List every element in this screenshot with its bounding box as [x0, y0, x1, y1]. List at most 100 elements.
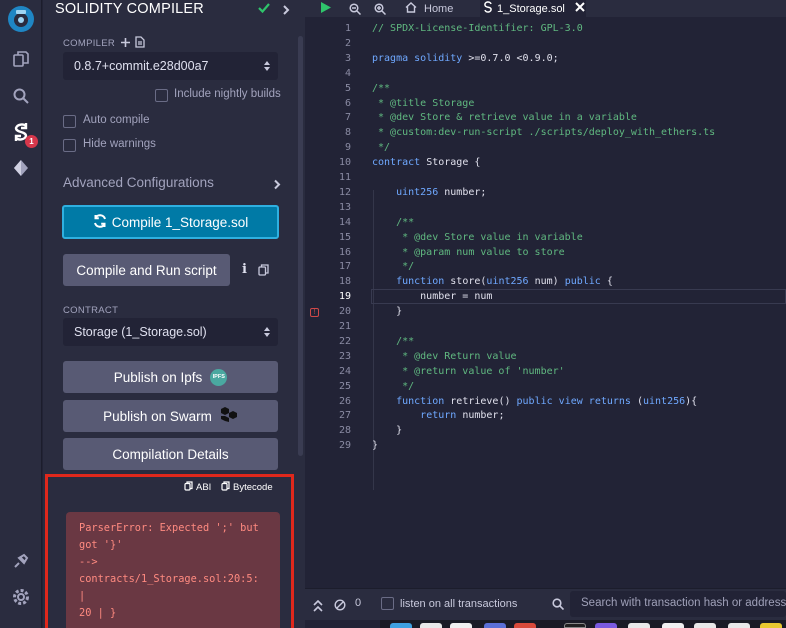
bytecode-label: Bytecode	[233, 482, 273, 493]
select-arrows-icon	[263, 60, 271, 75]
listen-all-checkbox[interactable]	[381, 597, 394, 610]
dock-app-icon[interactable]	[662, 623, 684, 628]
line-number: 4	[344, 67, 351, 79]
icon-rail: 1	[0, 0, 42, 628]
code-line: * @dev Store value in variable	[372, 231, 583, 243]
tab-home[interactable]: Home	[399, 0, 479, 17]
remix-logo-icon[interactable]	[6, 4, 36, 34]
home-icon	[405, 1, 417, 16]
dock-app-icon[interactable]	[450, 623, 472, 628]
copy-bytecode-button[interactable]: Bytecode	[221, 481, 273, 494]
code-line: * @param num value to store	[372, 246, 565, 258]
line-number: 20	[338, 306, 351, 318]
error-gutter-icon[interactable]: !	[310, 308, 319, 317]
publish-ipfs-button[interactable]: Publish on Ipfs IPFS	[63, 361, 278, 393]
line-number: 23	[338, 350, 351, 362]
line-number: 9	[344, 142, 351, 154]
auto-compile-label: Auto compile	[83, 114, 150, 126]
dock-app-icon[interactable]	[728, 623, 750, 628]
line-number: 29	[338, 440, 351, 452]
panel-scrollbar[interactable]	[298, 36, 303, 456]
dock-app-icon[interactable]	[420, 623, 442, 628]
info-icon[interactable]: i	[242, 262, 247, 277]
editor-tab-bar: Home 1_Storage.sol	[305, 0, 786, 17]
publish-swarm-button[interactable]: Publish on Swarm	[63, 400, 278, 432]
copy-icon	[221, 481, 230, 494]
error-line: -->	[79, 556, 98, 568]
compiler-error-badge: 1	[25, 135, 38, 148]
code-line: pragma solidity >=0.7.0 <0.9.0;	[372, 52, 559, 64]
dock-app-icon[interactable]	[514, 623, 536, 628]
copy-abi-button[interactable]: ABI	[184, 481, 211, 494]
line-number: 1	[344, 23, 351, 34]
code-line: }	[372, 425, 403, 437]
code-line: }	[372, 440, 379, 452]
error-line: got '}'	[79, 539, 123, 551]
clear-console-icon[interactable]	[334, 598, 346, 616]
code-line: function retrieve() public view returns …	[396, 395, 698, 407]
dock-app-icon[interactable]	[628, 623, 650, 628]
compilation-details-label: Compilation Details	[112, 446, 229, 462]
advanced-config-label: Advanced Configurations	[63, 175, 214, 190]
abi-label: ABI	[196, 482, 212, 493]
compiler-error-message[interactable]: ParserError: Expected ';' but got '}' --…	[66, 512, 280, 628]
code-line: */	[372, 380, 415, 392]
add-compiler-icon[interactable]	[120, 35, 131, 53]
swarm-logo-icon	[220, 406, 238, 426]
compiler-version-select[interactable]: 0.8.7+commit.e28d00a7	[63, 52, 278, 80]
include-nightly-checkbox[interactable]	[155, 89, 168, 102]
line-number: 11	[338, 172, 351, 183]
dock-app-icon[interactable]	[564, 623, 586, 628]
terminal-bar: 0 listen on all transactions Search with…	[305, 588, 786, 620]
dock-app-icon[interactable]	[694, 623, 716, 628]
dock-app-icon[interactable]	[390, 623, 412, 628]
deploy-run-icon[interactable]	[8, 155, 34, 181]
line-number: 17	[338, 261, 351, 273]
close-tab-icon[interactable]	[575, 2, 585, 15]
code-line: /**	[372, 82, 391, 94]
settings-icon[interactable]	[8, 584, 34, 610]
line-number: 6	[344, 97, 351, 109]
search-icon[interactable]	[8, 83, 34, 109]
code-line: * @return value of 'number'	[372, 365, 565, 377]
contract-select-value: Storage (1_Storage.sol)	[74, 325, 207, 339]
plugin-manager-icon[interactable]	[8, 548, 34, 574]
line-number: 2	[344, 37, 351, 49]
copy-icon[interactable]	[258, 263, 269, 281]
code-editor[interactable]: ! 1// SPDX-License-Identifier: GPL-3.0 2 3…	[305, 17, 786, 588]
transaction-search-input[interactable]: Search with transaction hash or address	[570, 591, 786, 617]
line-number: 19	[338, 291, 351, 303]
code-line: /**	[372, 216, 415, 228]
chevron-right-icon	[273, 177, 281, 195]
line-number: 16	[338, 246, 351, 258]
error-line: contracts/1_Storage.sol:20:5:	[79, 573, 259, 585]
compilation-details-button[interactable]: Compilation Details	[63, 438, 278, 470]
line-number: 3	[344, 52, 351, 64]
compile-button[interactable]: Compile 1_Storage.sol	[62, 205, 279, 239]
code-line: * @dev Return value	[372, 350, 517, 362]
file-explorer-icon[interactable]	[8, 46, 34, 72]
line-number: 7	[344, 112, 351, 124]
compiler-output-box: ABI Bytecode ParserError: Expected ';' b…	[45, 474, 294, 628]
error-line: ParserError: Expected ';' but	[79, 522, 259, 534]
code-line: * @dev Store & retrieve value in a varia…	[372, 112, 637, 124]
tab-file-storage[interactable]: 1_Storage.sol	[480, 0, 586, 17]
line-number: 18	[338, 276, 351, 288]
advanced-config-toggle[interactable]: Advanced Configurations	[63, 174, 281, 192]
refresh-icon	[93, 213, 107, 231]
ipfs-logo-icon: IPFS	[210, 368, 228, 386]
expand-terminal-icon[interactable]	[313, 599, 323, 617]
document-icon[interactable]	[135, 35, 145, 53]
chevron-right-icon[interactable]	[281, 3, 291, 21]
dock-app-icon[interactable]	[595, 623, 617, 628]
code-line: number = num	[372, 291, 493, 303]
dock-app-icon[interactable]	[484, 623, 506, 628]
line-number: 10	[338, 157, 351, 169]
dock-app-icon[interactable]	[760, 623, 782, 628]
hide-warnings-checkbox[interactable]	[63, 139, 76, 152]
auto-compile-checkbox[interactable]	[63, 115, 76, 128]
compile-run-script-button[interactable]: Compile and Run script	[63, 254, 230, 286]
contract-select[interactable]: Storage (1_Storage.sol)	[63, 318, 278, 346]
code-line: return number;	[420, 410, 505, 422]
line-number: 5	[344, 82, 351, 94]
